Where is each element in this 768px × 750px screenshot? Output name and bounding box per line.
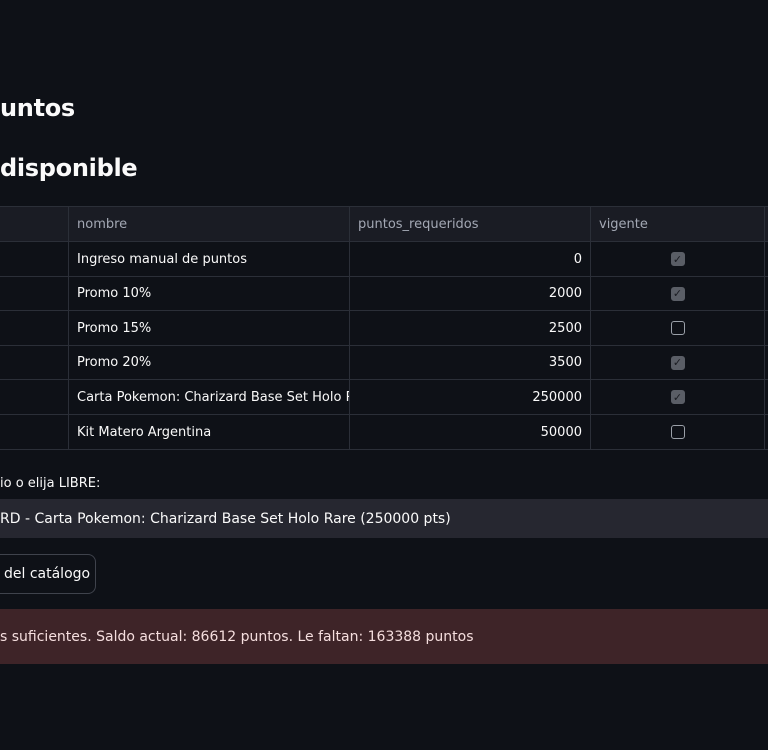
puntos-cell[interactable]: 2500 (350, 311, 591, 345)
vigente-checkbox[interactable] (670, 425, 685, 439)
column-header-nombre[interactable]: nombre (69, 207, 350, 241)
vigente-cell[interactable]: ✓ (591, 242, 765, 276)
puntos-cell[interactable]: 2000 (350, 277, 591, 310)
puntos-cell[interactable]: 3500 (350, 346, 591, 379)
nombre-cell[interactable]: Promo 10% (69, 277, 350, 310)
column-header-puntos-requeridos[interactable]: puntos_requeridos (350, 207, 591, 241)
nombre-cell[interactable]: Carta Pokemon: Charizard Base Set Holo R… (69, 380, 350, 414)
nombre-cell[interactable]: Promo 20% (69, 346, 350, 379)
vigente-cell[interactable] (591, 415, 765, 449)
vigente-checkbox[interactable]: ✓ (670, 390, 685, 404)
vigente-checkbox[interactable]: ✓ (670, 355, 685, 370)
table-header-row: nombre puntos_requeridos vigente (0, 207, 768, 242)
vigente-cell[interactable]: ✓ (591, 277, 765, 310)
table-row[interactable]: Promo 10% 2000 ✓ (0, 277, 768, 311)
puntos-cell[interactable]: 250000 (350, 380, 591, 414)
redeem-catalog-button-label: del catálogo (4, 566, 91, 582)
row-index-cell[interactable] (0, 311, 69, 345)
table-row[interactable]: Ingreso manual de puntos 0 ✓ (0, 242, 768, 277)
vigente-checkbox[interactable]: ✓ (670, 252, 685, 266)
nombre-cell[interactable]: Kit Matero Argentina (69, 415, 350, 449)
vigente-checkbox[interactable] (670, 321, 685, 335)
vigente-cell[interactable] (591, 311, 765, 345)
reward-select-label: io o elija LIBRE: (0, 476, 101, 491)
page-title: untos (0, 94, 75, 122)
puntos-cell[interactable]: 50000 (350, 415, 591, 449)
check-icon: ✓ (672, 252, 683, 266)
table-row[interactable]: Carta Pokemon: Charizard Base Set Holo R… (0, 380, 768, 415)
row-index-cell[interactable] (0, 415, 69, 449)
reward-select[interactable]: RD - Carta Pokemon: Charizard Base Set H… (0, 499, 768, 538)
rewards-table: nombre puntos_requeridos vigente Ingreso… (0, 206, 768, 450)
check-icon: ✓ (672, 390, 683, 404)
nombre-cell[interactable]: Ingreso manual de puntos (69, 242, 350, 276)
table-row[interactable]: Kit Matero Argentina 50000 (0, 415, 768, 449)
table-row[interactable]: Promo 15% 2500 (0, 311, 768, 346)
redeem-catalog-button[interactable]: del catálogo (0, 554, 96, 594)
check-icon: ✓ (672, 356, 683, 369)
column-header-vigente[interactable]: vigente (591, 207, 765, 241)
error-alert-message: s suficientes. Saldo actual: 86612 punto… (0, 628, 474, 645)
row-index-cell[interactable] (0, 242, 69, 276)
puntos-cell[interactable]: 0 (350, 242, 591, 276)
vigente-cell[interactable]: ✓ (591, 346, 765, 379)
nombre-cell[interactable]: Promo 15% (69, 311, 350, 345)
check-icon: ✓ (672, 287, 683, 300)
column-header-index[interactable] (0, 207, 69, 241)
error-alert: s suficientes. Saldo actual: 86612 punto… (0, 609, 768, 664)
vigente-cell[interactable]: ✓ (591, 380, 765, 414)
row-index-cell[interactable] (0, 380, 69, 414)
vigente-checkbox[interactable]: ✓ (670, 286, 685, 301)
table-row[interactable]: Promo 20% 3500 ✓ (0, 346, 768, 380)
section-title: disponible (0, 154, 138, 182)
row-index-cell[interactable] (0, 346, 69, 379)
reward-select-value: RD - Carta Pokemon: Charizard Base Set H… (0, 510, 451, 527)
row-index-cell[interactable] (0, 277, 69, 310)
